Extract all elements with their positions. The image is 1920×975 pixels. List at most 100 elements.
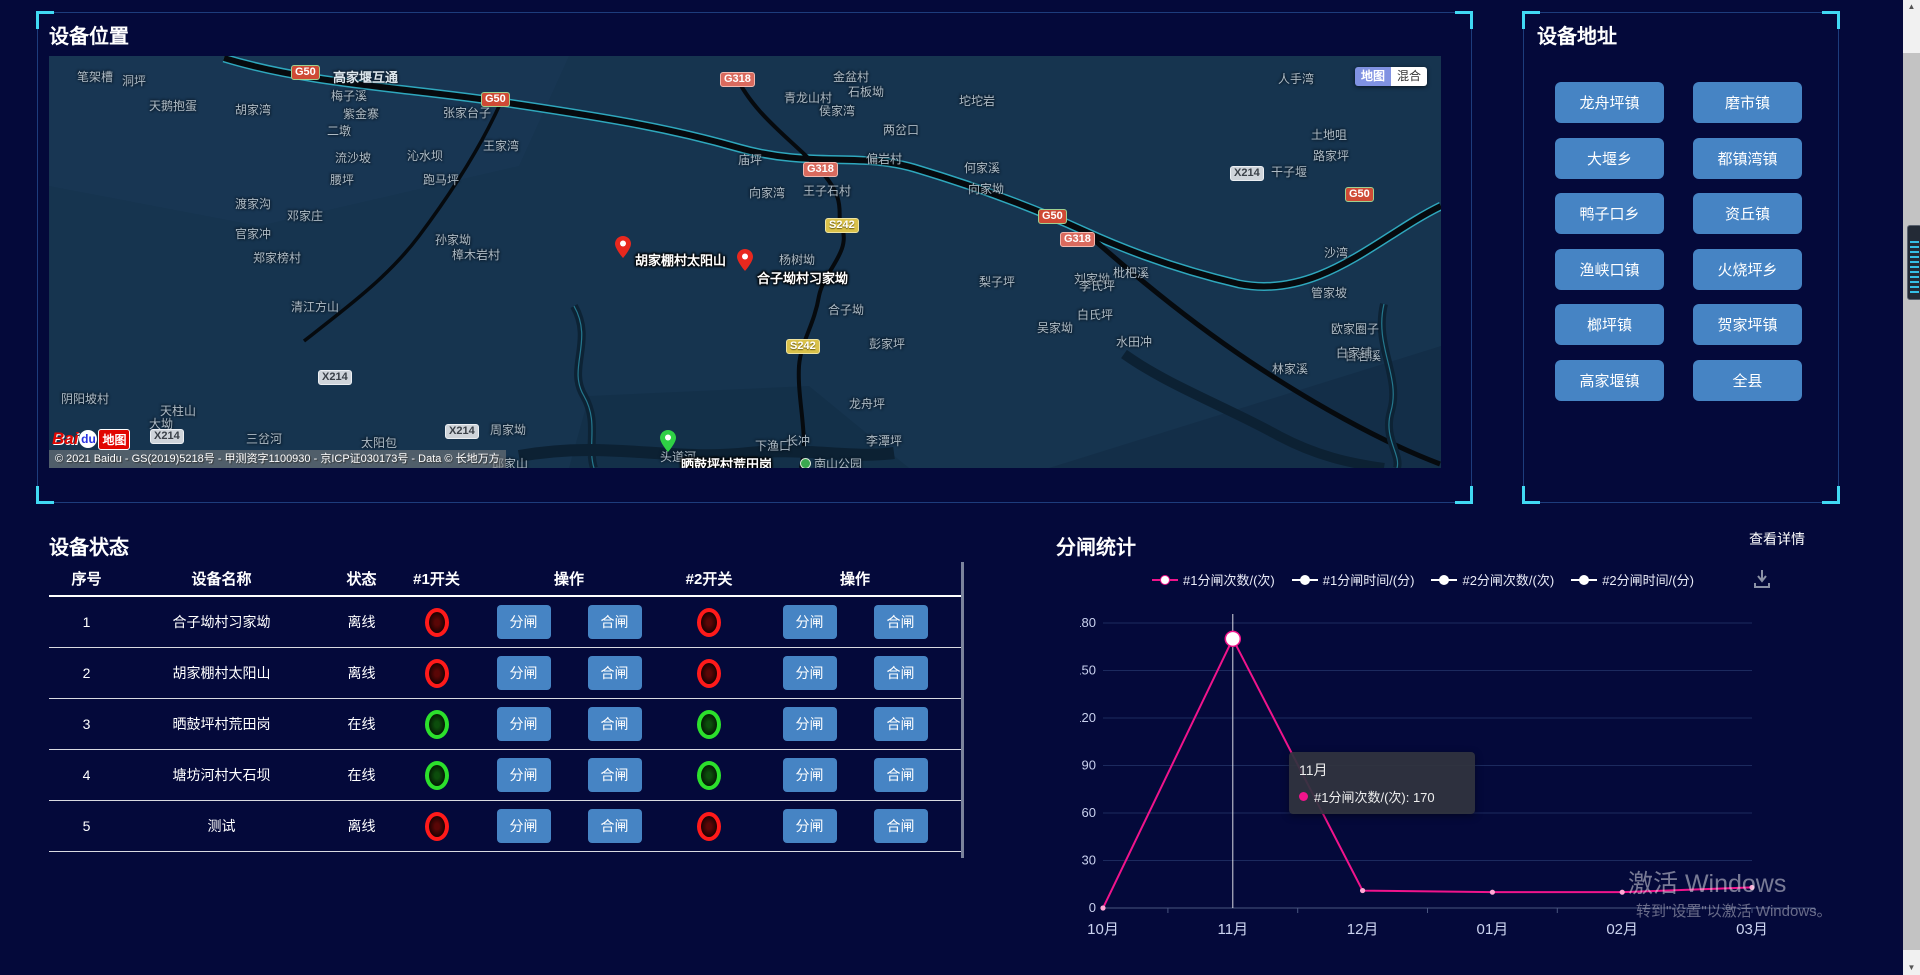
map-pin-red[interactable]: [615, 236, 631, 258]
open-switch-button[interactable]: 分闸: [497, 707, 551, 741]
scrollbar-up-icon[interactable]: ▲: [1903, 2, 1920, 11]
map-type-hybrid[interactable]: 混合: [1391, 67, 1427, 86]
map-place-label: 太阳包: [361, 434, 397, 451]
road-shield-g318: G318: [720, 72, 755, 87]
road-shield-g50: G50: [481, 92, 510, 107]
map-pin-green[interactable]: [660, 430, 676, 452]
column-header: #1开关: [404, 568, 469, 589]
legend-label: #1分闸时间/(分): [1323, 570, 1415, 589]
map-place-label: 梨子坪: [979, 273, 1015, 290]
map-place-label: 王子石村: [803, 182, 851, 199]
legend-item-1[interactable]: #1分闸次数/(次): [1152, 570, 1275, 589]
address-button-4[interactable]: 都镇湾镇: [1693, 138, 1802, 179]
legend-item-4[interactable]: #2分闸时间/(分): [1571, 570, 1694, 589]
corner-bracket: [1822, 486, 1840, 504]
map-place-label: 侯家湾: [819, 102, 855, 119]
map-place-label: 欧家圈子: [1331, 320, 1379, 337]
open-switch-button[interactable]: 分闸: [783, 758, 837, 792]
address-button-5[interactable]: 鸭子口乡: [1555, 193, 1664, 234]
address-button-12[interactable]: 全县: [1693, 360, 1802, 401]
address-button-1[interactable]: 龙舟坪镇: [1555, 82, 1664, 123]
view-details-link[interactable]: 查看详情: [1749, 529, 1805, 549]
road-shield-x214: X214: [1230, 166, 1264, 181]
close-switch-button[interactable]: 合闸: [588, 707, 642, 741]
device-address-title: 设备地址: [1537, 20, 1617, 49]
corner-bracket: [36, 486, 54, 504]
address-button-7[interactable]: 渔峡口镇: [1555, 249, 1664, 290]
open-switch-button[interactable]: 分闸: [783, 656, 837, 690]
device-status: 在线: [319, 765, 404, 785]
map-place-label: 两岔口: [883, 121, 919, 138]
switch-indicator-green: [425, 761, 449, 790]
open-switch-button[interactable]: 分闸: [497, 605, 551, 639]
address-button-10[interactable]: 贺家坪镇: [1693, 304, 1802, 345]
close-switch-button[interactable]: 合闸: [588, 809, 642, 843]
map-place-label: 樟木岩村: [452, 246, 500, 263]
address-button-6[interactable]: 资丘镇: [1693, 193, 1802, 234]
close-switch-button[interactable]: 合闸: [874, 656, 928, 690]
column-header: 操作: [749, 568, 961, 589]
switch2-cell: [669, 608, 749, 637]
close-switch-button[interactable]: 合闸: [874, 758, 928, 792]
switch-indicator-red: [425, 608, 449, 637]
svg-text:10月: 10月: [1087, 921, 1119, 938]
device-status-table: 序号设备名称状态#1开关操作#2开关操作 1合子坳村习家坳离线分闸合闸分闸合闸2…: [49, 562, 961, 852]
scrollbar-down-icon[interactable]: ▼: [1903, 963, 1920, 972]
baidu-map-badge: 地图: [98, 429, 130, 450]
tooltip-title: 11月: [1299, 760, 1465, 780]
map-place-label: 向家湾: [749, 184, 785, 201]
open-switch-button[interactable]: 分闸: [497, 758, 551, 792]
chart-tooltip: 11月 #1分闸次数/(次): 170: [1289, 752, 1475, 814]
address-button-9[interactable]: 榔坪镇: [1555, 304, 1664, 345]
map-place-label: 渡家沟: [235, 195, 271, 212]
address-button-3[interactable]: 大堰乡: [1555, 138, 1664, 179]
legend-marker-icon: [1152, 574, 1178, 586]
legend-label: #1分闸次数/(次): [1183, 570, 1275, 589]
open-switch-button[interactable]: 分闸: [783, 605, 837, 639]
svg-text:02月: 02月: [1606, 921, 1638, 938]
legend-item-3[interactable]: #2分闸次数/(次): [1431, 570, 1554, 589]
address-button-11[interactable]: 高家堰镇: [1555, 360, 1664, 401]
download-icon[interactable]: [1752, 568, 1772, 590]
open-switch-button[interactable]: 分闸: [497, 809, 551, 843]
svg-text:30: 30: [1082, 853, 1096, 868]
close-switch-button[interactable]: 合闸: [588, 758, 642, 792]
map-pin-red[interactable]: [737, 249, 753, 271]
map-pin-label: 合子坳村习家坳: [757, 268, 848, 287]
map-place-label: 官家冲: [235, 225, 271, 242]
close-switch-button[interactable]: 合闸: [874, 809, 928, 843]
legend-item-2[interactable]: #1分闸时间/(分): [1292, 570, 1415, 589]
road-shield-x214: X214: [318, 370, 352, 385]
window-scrollbar-thumb[interactable]: [1903, 53, 1920, 950]
device-status: 离线: [319, 816, 404, 836]
map-type-map[interactable]: 地图: [1355, 67, 1391, 86]
map-place-label: 枇杷溪: [1113, 264, 1149, 281]
map-place-label: 人手湾: [1278, 70, 1314, 87]
park-icon: [800, 458, 811, 468]
legend-marker-icon: [1292, 574, 1318, 586]
baidu-map[interactable]: 地图 混合 Bai du 地图 © 2021 Baidu - GS(2019)5…: [49, 56, 1441, 468]
close-switch-button[interactable]: 合闸: [588, 605, 642, 639]
map-place-label: 高家堰互通: [333, 67, 398, 86]
switch-indicator-red: [697, 659, 721, 688]
corner-bracket: [1522, 486, 1540, 504]
address-button-2[interactable]: 磨市镇: [1693, 82, 1802, 123]
open-switch-button[interactable]: 分闸: [783, 707, 837, 741]
address-button-8[interactable]: 火烧坪乡: [1693, 249, 1802, 290]
switch1-cell: [404, 659, 469, 688]
close-switch-button[interactable]: 合闸: [588, 656, 642, 690]
column-header: 状态: [319, 568, 404, 589]
close-switch-button[interactable]: 合闸: [874, 707, 928, 741]
map-place-label: 管家坡: [1311, 284, 1347, 301]
map-place-label: 三岔河: [246, 430, 282, 447]
close-switch-button[interactable]: 合闸: [874, 605, 928, 639]
table-scrollbar[interactable]: [961, 562, 964, 858]
open-switch-button[interactable]: 分闸: [497, 656, 551, 690]
map-place-label: 路家坪: [1313, 147, 1349, 164]
open-switch-button[interactable]: 分闸: [783, 809, 837, 843]
map-place-label: 笔架槽: [77, 68, 113, 85]
column-header: 操作: [469, 568, 669, 589]
map-place-label: 偏岩村: [866, 150, 902, 167]
scroll-indicator-widget[interactable]: [1907, 225, 1920, 300]
map-place-label: 清江方山: [291, 298, 339, 315]
